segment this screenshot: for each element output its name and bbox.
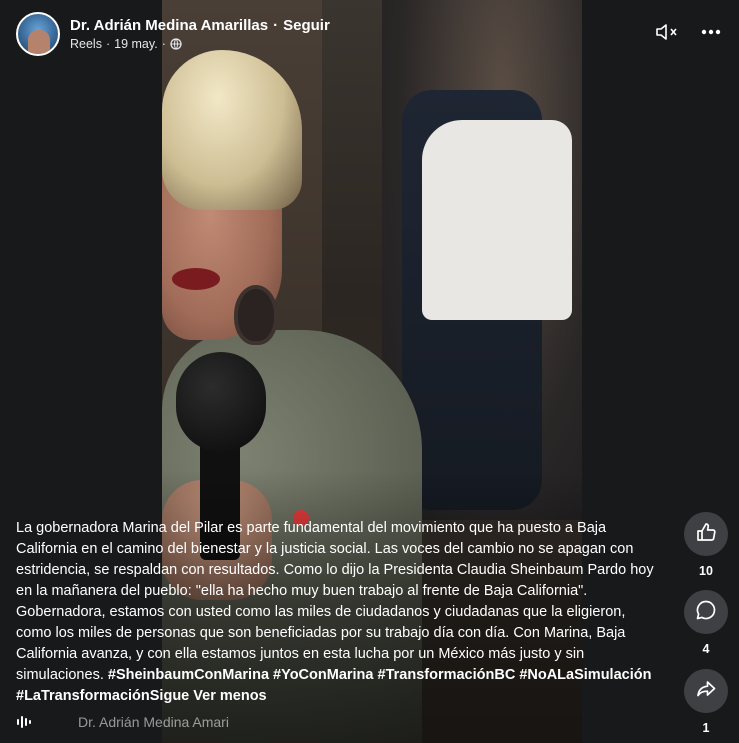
audio-bars-icon	[16, 714, 32, 730]
share-count: 1	[702, 721, 710, 735]
reel-header: Dr. Adrián Medina Amarillas · Seguir Ree…	[16, 12, 330, 56]
audio-attribution[interactable]: Dr. Adrián Medina Amari	[16, 714, 248, 730]
author-name[interactable]: Dr. Adrián Medina Amarillas	[70, 17, 268, 34]
comment-button[interactable]	[684, 590, 728, 634]
separator: ·	[161, 37, 166, 51]
post-date[interactable]: 19 may.	[114, 37, 158, 51]
share-arrow-icon	[695, 678, 717, 705]
share-action: 1	[683, 669, 729, 735]
avatar[interactable]	[16, 12, 60, 56]
see-less-link[interactable]: Ver menos	[193, 688, 266, 704]
audio-author: Dr. Adrián Medina Amari	[78, 714, 229, 730]
separator: ·	[105, 37, 111, 51]
caption-text: La gobernadora Marina del Pilar es parte…	[16, 520, 654, 683]
like-button[interactable]	[684, 512, 728, 556]
like-action: 10	[683, 512, 729, 578]
reel-viewer: Dr. Adrián Medina Amarillas · Seguir Ree…	[0, 0, 739, 743]
more-dots-icon[interactable]	[701, 29, 721, 35]
globe-icon	[170, 38, 182, 50]
reel-caption: La gobernadora Marina del Pilar es parte…	[16, 518, 656, 707]
caption-hashtags[interactable]: #SheinbaumConMarina #YoConMarina #Transf…	[16, 667, 651, 704]
share-button[interactable]	[684, 669, 728, 713]
separator: ·	[273, 17, 279, 34]
thumbs-up-icon	[695, 521, 717, 548]
source-label[interactable]: Reels	[70, 37, 102, 51]
comment-bubble-icon	[695, 599, 717, 626]
comment-count: 4	[702, 642, 710, 656]
speaker-muted-icon[interactable]	[655, 22, 679, 42]
like-count: 10	[699, 564, 713, 578]
comment-action: 4	[683, 590, 729, 656]
follow-button[interactable]: Seguir	[283, 17, 330, 34]
